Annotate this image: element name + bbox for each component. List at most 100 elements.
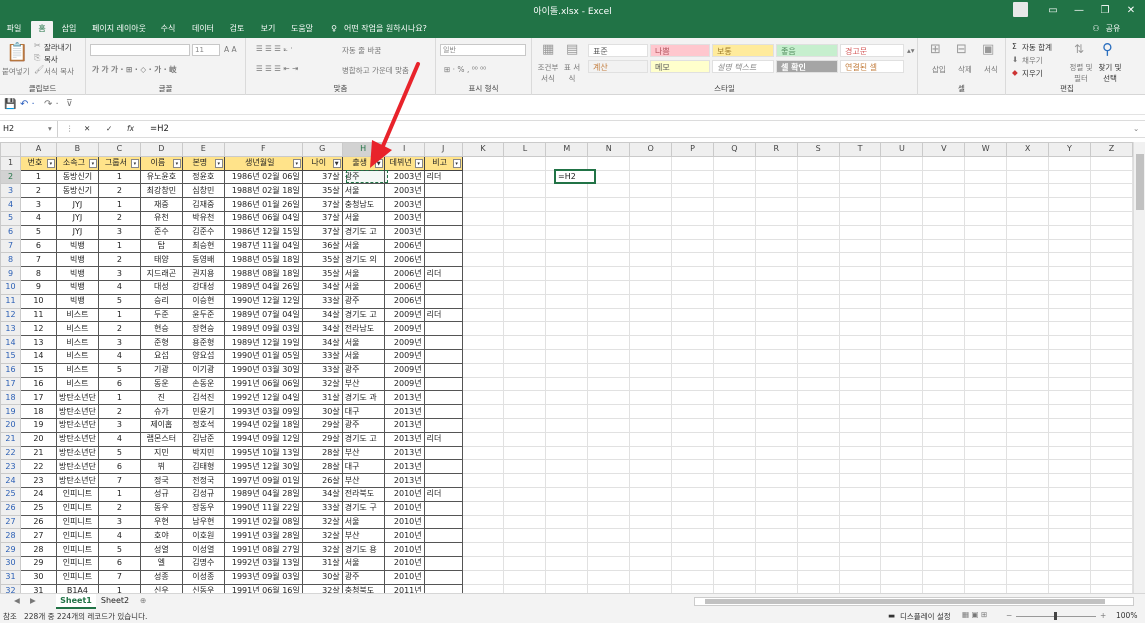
empty-cell[interactable] <box>838 500 882 516</box>
empty-cell[interactable] <box>964 169 1008 185</box>
empty-cell[interactable] <box>587 431 631 447</box>
format-painter-icon[interactable]: 🖌 <box>34 65 44 74</box>
data-cell[interactable]: 방탄소년단 <box>55 459 99 475</box>
data-cell[interactable]: 2006년 <box>383 266 425 281</box>
empty-cell[interactable] <box>587 210 631 226</box>
empty-cell[interactable] <box>964 197 1008 212</box>
empty-cell[interactable] <box>754 307 798 323</box>
share-button[interactable]: 공유 <box>1102 21 1124 38</box>
empty-cell[interactable] <box>503 486 547 502</box>
empty-cell[interactable] <box>964 486 1008 502</box>
empty-cell[interactable] <box>587 404 631 419</box>
empty-cell[interactable] <box>1048 473 1091 488</box>
empty-cell[interactable] <box>1089 417 1133 433</box>
empty-cell[interactable] <box>1006 252 1050 268</box>
empty-cell[interactable] <box>796 500 840 516</box>
data-cell[interactable]: 1989년 12월 19일 <box>223 335 303 350</box>
row-header[interactable]: 15 <box>0 348 21 364</box>
empty-cell[interactable] <box>1089 583 1133 593</box>
empty-cell[interactable] <box>754 238 798 254</box>
empty-cell[interactable] <box>880 583 924 593</box>
grow-font-icon[interactable]: A A <box>224 45 237 54</box>
redo-icon[interactable]: ↷ · <box>44 99 59 110</box>
data-cell[interactable]: 지드래곤 <box>139 266 183 281</box>
empty-cell[interactable] <box>503 376 547 392</box>
empty-cell[interactable] <box>461 307 505 323</box>
empty-cell[interactable] <box>712 417 756 433</box>
empty-cell[interactable] <box>796 348 840 364</box>
empty-cell[interactable] <box>796 569 840 585</box>
data-cell[interactable]: 인피니트 <box>55 500 99 516</box>
data-cell[interactable]: 34살 <box>301 486 343 502</box>
zoom-level[interactable]: 100% <box>1116 611 1137 620</box>
empty-cell[interactable] <box>587 542 631 557</box>
data-cell[interactable]: 1994년 09월 12일 <box>223 431 303 447</box>
empty-cell[interactable] <box>461 417 505 433</box>
empty-cell[interactable] <box>629 431 673 447</box>
data-cell[interactable]: 10 <box>19 293 57 309</box>
data-cell[interactable]: 이호원 <box>181 528 225 544</box>
data-cell[interactable]: 리더 <box>423 486 463 502</box>
data-cell[interactable]: 2 <box>97 183 141 199</box>
empty-cell[interactable] <box>796 335 840 350</box>
row-header[interactable]: 31 <box>0 569 21 585</box>
data-cell[interactable]: 비스트 <box>55 335 99 350</box>
empty-cell[interactable] <box>503 514 547 530</box>
empty-cell[interactable] <box>671 266 714 281</box>
tab-view[interactable]: 보기 <box>256 21 280 38</box>
empty-cell[interactable] <box>964 473 1008 488</box>
empty-cell[interactable] <box>964 293 1008 309</box>
styles-more-icon[interactable]: ▴▾ <box>907 46 915 55</box>
data-cell[interactable]: 1991년 06월 16일 <box>223 583 303 593</box>
data-cell[interactable]: 2013년 <box>383 473 425 488</box>
empty-cell[interactable] <box>964 528 1008 544</box>
empty-cell[interactable] <box>1006 321 1050 337</box>
column-header-d[interactable]: D <box>139 142 183 157</box>
row-header[interactable]: 2 <box>0 169 21 185</box>
empty-cell[interactable] <box>964 238 1008 254</box>
empty-cell[interactable] <box>1048 197 1091 212</box>
data-cell[interactable]: 방탄소년단 <box>55 445 99 461</box>
data-cell[interactable]: 32살 <box>301 583 343 593</box>
empty-cell[interactable] <box>461 486 505 502</box>
empty-cell[interactable] <box>1048 390 1091 406</box>
empty-cell[interactable] <box>461 473 505 488</box>
data-cell[interactable]: 충청남도 <box>341 197 385 212</box>
empty-cell[interactable] <box>671 404 714 419</box>
data-cell[interactable]: 31 <box>19 583 57 593</box>
data-cell[interactable] <box>423 252 463 268</box>
data-cell[interactable]: 21 <box>19 445 57 461</box>
data-cell[interactable]: 3 <box>97 417 141 433</box>
clear-button[interactable]: 지우기 <box>1022 68 1043 79</box>
empty-cell[interactable] <box>1006 445 1050 461</box>
empty-cell[interactable] <box>587 569 631 585</box>
empty-cell[interactable] <box>922 197 966 212</box>
column-header-q[interactable]: Q <box>712 142 756 157</box>
data-cell[interactable]: 성규 <box>139 486 183 502</box>
data-cell[interactable]: 33살 <box>301 500 343 516</box>
empty-cell[interactable] <box>503 169 547 185</box>
empty-cell[interactable] <box>629 197 673 212</box>
empty-cell[interactable] <box>796 210 840 226</box>
empty-cell[interactable] <box>754 279 798 295</box>
empty-cell[interactable] <box>629 210 673 226</box>
empty-cell[interactable] <box>503 348 547 364</box>
empty-cell[interactable] <box>545 486 589 502</box>
style-check-cell[interactable]: 셀 확인 <box>776 60 838 73</box>
empty-cell[interactable] <box>712 169 756 185</box>
data-cell[interactable]: 남우현 <box>181 514 225 530</box>
empty-cell[interactable] <box>712 210 756 226</box>
data-cell[interactable]: 신우 <box>139 583 183 593</box>
tab-page-layout[interactable]: 페이지 레이아웃 <box>88 21 150 38</box>
empty-cell[interactable] <box>796 555 840 571</box>
tab-data[interactable]: 데이터 <box>188 21 218 38</box>
data-cell[interactable]: 승리 <box>139 293 183 309</box>
empty-cell[interactable] <box>1048 583 1091 593</box>
data-cell[interactable]: 1991년 03월 28일 <box>223 528 303 544</box>
row-header[interactable]: 25 <box>0 486 21 502</box>
empty-cell[interactable] <box>461 390 505 406</box>
data-cell[interactable]: 29살 <box>301 431 343 447</box>
data-cell[interactable]: 2006년 <box>383 252 425 268</box>
empty-cell[interactable] <box>964 376 1008 392</box>
style-good[interactable]: 좋음 <box>776 44 838 57</box>
